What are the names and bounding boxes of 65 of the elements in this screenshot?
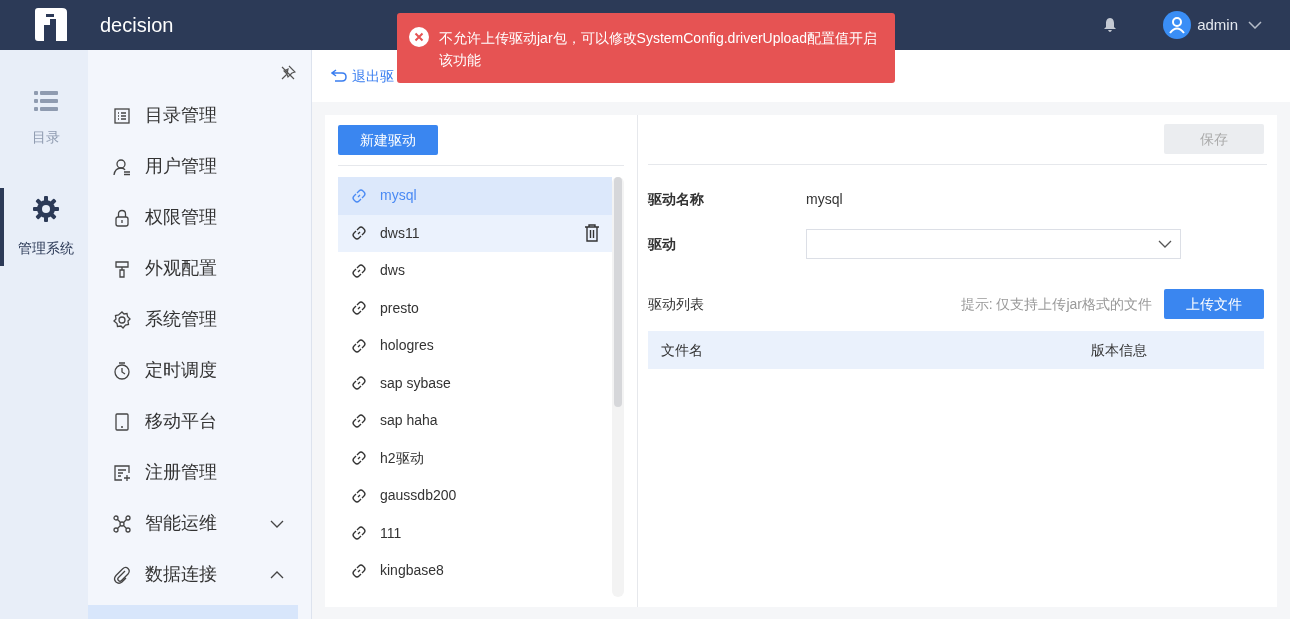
- driver-item[interactable]: dws11: [338, 214, 613, 252]
- logo-icon: [32, 7, 68, 43]
- clip-icon: [113, 565, 131, 584]
- brush-icon: [113, 259, 131, 278]
- chevron-down-icon: [1158, 240, 1172, 248]
- user-icon: [113, 157, 131, 176]
- toast-message: 不允许上传驱动jar包，可以修改SystemConfig.driverUpload配置值开启该功能: [439, 29, 878, 70]
- driver-item[interactable]: sap haha: [338, 402, 613, 440]
- menu-item[interactable]: 目录管理: [88, 90, 311, 141]
- back-arrow-icon: [331, 69, 347, 83]
- hint-text: 提示: 仅支持上传jar格式的文件: [960, 294, 1152, 314]
- link-icon: [351, 225, 367, 242]
- field-value: mysql: [806, 190, 843, 209]
- driver-item[interactable]: dws: [338, 252, 613, 290]
- field-label: 驱动名称: [648, 190, 705, 209]
- menu-item[interactable]: 数据连接: [88, 549, 311, 600]
- back-link[interactable]: 退出驱: [331, 65, 394, 87]
- driver-item[interactable]: gaussdb200: [338, 477, 613, 515]
- menu-item[interactable]: 智能运维: [88, 498, 311, 549]
- bell-icon[interactable]: [1102, 17, 1119, 33]
- link-icon: [351, 412, 367, 429]
- link-icon: [351, 375, 367, 392]
- column-header: 版本信息: [1091, 340, 1147, 360]
- column-header: 文件名: [661, 340, 704, 360]
- driver-item[interactable]: h2驱动: [338, 439, 613, 477]
- link-icon: [351, 525, 367, 542]
- app-name: decision: [100, 13, 174, 38]
- menu-item[interactable]: 移动平台: [88, 396, 311, 447]
- menu-item[interactable]: 外观配置: [88, 243, 311, 294]
- link-icon: [351, 300, 367, 317]
- link-icon: [351, 187, 367, 204]
- driver-item[interactable]: kingbase8: [338, 552, 613, 590]
- link-icon: [351, 562, 367, 579]
- catalog-icon: [113, 106, 131, 125]
- driver-item[interactable]: 111: [338, 514, 613, 552]
- field-label: 驱动: [648, 234, 677, 254]
- scrollbar-thumb[interactable]: [614, 177, 623, 407]
- link-icon: [351, 262, 367, 279]
- link-icon: [351, 450, 367, 467]
- menu-item[interactable]: 权限管理: [88, 192, 311, 243]
- gear-icon: [113, 310, 131, 329]
- pin-icon[interactable]: [280, 65, 296, 81]
- list-icon: [34, 90, 58, 111]
- driver-item[interactable]: sap sybase: [338, 364, 613, 402]
- nodes-icon: [113, 514, 131, 533]
- menu-item[interactable]: 系统管理: [88, 294, 311, 345]
- trash-icon[interactable]: [584, 224, 601, 243]
- driver-item[interactable]: presto: [338, 289, 613, 327]
- tablet-icon: [113, 412, 131, 431]
- section-title: 驱动列表: [648, 294, 705, 314]
- register-icon: [113, 463, 131, 482]
- avatar-icon[interactable]: [1163, 11, 1192, 39]
- link-icon: [351, 487, 367, 504]
- error-icon: [409, 27, 429, 47]
- user-name[interactable]: admin: [1197, 13, 1238, 37]
- driver-item[interactable]: hologres: [338, 327, 613, 365]
- chevron-down-icon[interactable]: [1248, 21, 1262, 29]
- new-driver-button[interactable]: 新建驱动: [338, 125, 438, 155]
- link-icon: [351, 337, 367, 354]
- menu-item[interactable]: 用户管理: [88, 141, 311, 192]
- menu-item[interactable]: 定时调度: [88, 345, 311, 396]
- upload-button[interactable]: 上传文件: [1164, 289, 1264, 319]
- lock-icon: [113, 208, 131, 227]
- timer-icon: [113, 361, 131, 380]
- menu-item[interactable]: 注册管理: [88, 447, 311, 498]
